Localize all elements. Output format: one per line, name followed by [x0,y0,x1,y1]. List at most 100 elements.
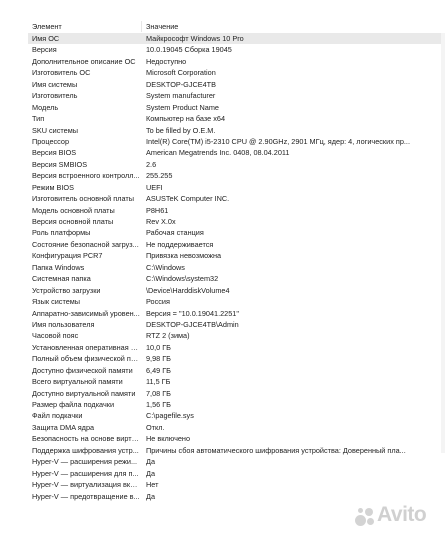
row-element-value: UEFI [146,182,163,192]
row-element-value: Причины сбоя автоматического шифрования … [146,445,406,455]
row-element-value: To be filled by O.E.M. [146,125,216,135]
row-element-value: 1,56 ГБ [146,400,171,409]
table-row[interactable]: Hyper-V — предотвращение в... Да [28,491,445,502]
table-row[interactable]: Версия SMBIOS 2.6 [28,159,445,170]
table-row[interactable]: Процессор Intel(R) Core(TM) i5-2310 CPU @… [28,136,445,147]
row-element-name: Часовой пояс [32,331,79,341]
table-row[interactable]: Режим BIOS UEFI [28,182,445,193]
row-element-name: Модель основной платы [32,205,115,215]
table-row[interactable]: Версия встроенного контролл... 255.255 [28,170,445,181]
row-element-name: Состояние безопасной загруз... [32,239,139,249]
row-element-value: Rev X.0x [146,217,176,226]
row-element-value: Да [146,468,155,478]
table-row[interactable]: Аппаратно-зависимый уровен... Версия = "1… [28,308,445,319]
row-element-value: Microsoft Corporation [146,68,216,78]
row-element-name: Дополнительное описание ОС [32,56,136,66]
row-element-name: Режим BIOS [32,182,74,192]
table-row[interactable]: Папка Windows C:\Windows [28,262,445,273]
table-row[interactable]: Доступно физической памяти 6,49 ГБ [28,365,445,376]
table-row[interactable]: Всего виртуальной памяти 11,5 ГБ [28,376,445,387]
row-element-name: Изготовитель ОС [32,68,91,78]
table-row[interactable]: Роль платформы Рабочая станция [28,227,445,238]
row-element-value: Intel(R) Core(TM) i5-2310 CPU @ 2.90GHz,… [146,136,410,146]
system-summary-list: Имя ОС Майкрософт Windows 10 Pro Версия 10.… [28,33,445,502]
table-row[interactable]: Изготовитель ОС Microsoft Corporation [28,67,445,78]
row-element-value: Да [146,491,155,501]
row-element-name: Модель [32,102,59,112]
column-divider[interactable] [141,21,142,32]
table-row[interactable]: Версия основной платы Rev X.0x [28,216,445,227]
row-element-name: Аппаратно-зависимый уровен... [32,308,140,318]
vertical-scrollbar[interactable] [441,33,445,453]
row-element-value: ASUSTeK Computer INC. [146,194,230,204]
row-element-value: 6,49 ГБ [146,365,171,375]
row-element-name: Доступно виртуальной памяти [32,388,136,398]
table-row[interactable]: Состояние безопасной загруз... Не поддерж… [28,239,445,250]
table-row[interactable]: Имя ОС Майкрософт Windows 10 Pro [28,33,445,45]
avito-logo-icon [353,506,375,528]
row-element-value: 7,08 ГБ [146,388,171,398]
table-row[interactable]: Изготовитель System manufacturer [28,90,445,101]
table-row[interactable]: Доступно виртуальной памяти 7,08 ГБ [28,388,445,399]
table-row[interactable]: Размер файла подкачки 1,56 ГБ [28,399,445,410]
table-row[interactable]: Поддержка шифрования устр... Причины сбоя… [28,445,445,456]
table-row[interactable]: Файл подкачки C:\pagefile.sys [28,410,445,421]
table-row[interactable]: Версия BIOS American Megatrends Inc. 0408… [28,147,445,158]
row-element-value: DESKTOP-GJCE4TB [146,79,217,89]
row-element-name: Тип [32,114,45,124]
table-row[interactable]: Версия 10.0.19045 Сборка 19045 [28,44,445,55]
row-element-name: Всего виртуальной памяти [32,377,123,387]
row-element-name: Папка Windows [32,262,85,272]
table-row[interactable]: Тип Компьютер на базе x64 [28,113,445,124]
table-row[interactable]: Системная папка C:\Windows\system32 [28,273,445,284]
table-row[interactable]: Безопасность на основе вирту... Не включе… [28,433,445,444]
list-header: Элемент Значение [28,20,445,34]
row-element-name: Версия основной платы [32,217,114,226]
row-element-value: System manufacturer [146,91,216,101]
column-header-element[interactable]: Элемент [32,22,62,31]
row-element-name: Конфигурация PCR7 [32,251,103,261]
row-element-name: Версия SMBIOS [32,159,88,169]
table-row[interactable]: Имя пользователя DESKTOP-GJCE4TB\Admin [28,319,445,330]
row-element-value: Недоступно [146,56,187,66]
row-element-value: Компьютер на базе x64 [146,114,226,124]
table-row[interactable]: Hyper-V — расширения режи... Да [28,456,445,467]
system-info-window: Элемент Значение Имя ОС Майкрософт Window… [28,20,445,540]
row-element-name: Системная папка [32,274,91,284]
row-element-value: C:\Windows\system32 [146,274,219,284]
column-header-value[interactable]: Значение [146,22,178,31]
row-element-name: Безопасность на основе вирту... [32,434,140,444]
avito-watermark: Avito [353,503,445,529]
table-row[interactable]: Устройство загрузки \Device\HarddiskVolum… [28,285,445,296]
table-row[interactable]: Hyper-V — виртуализация вкл... Нет [28,479,445,490]
row-element-value: 2.6 [146,159,157,169]
row-element-value: 10.0.19045 Сборка 19045 [146,45,232,55]
row-element-name: Имя системы [32,79,78,89]
table-row[interactable]: Конфигурация PCR7 Привязка невозможна [28,250,445,261]
row-element-name: Версия встроенного контролл... [32,171,140,181]
table-row[interactable]: Полный объем физической па... 9,98 ГБ [28,353,445,364]
table-row[interactable]: Язык системы Россия [28,296,445,307]
row-element-value: Рабочая станция [146,228,204,238]
table-row[interactable]: Модель основной платы P8H61 [28,205,445,216]
row-element-value: C:\pagefile.sys [146,411,194,421]
table-row[interactable]: Изготовитель основной платы ASUSTeK Compu… [28,193,445,204]
row-element-value: American Megatrends Inc. 0408, 08.04.201… [146,148,290,158]
row-element-value: Россия [146,297,170,307]
row-element-name: Процессор [32,136,70,146]
row-element-value: System Product Name [146,102,219,112]
row-element-name: Защита DMA ядра [32,422,95,432]
table-row[interactable]: Модель System Product Name [28,102,445,113]
table-row[interactable]: Имя системы DESKTOP-GJCE4TB [28,79,445,90]
row-element-name: Hyper-V — предотвращение в... [32,491,140,501]
table-row[interactable]: Hyper-V — расширения для п... Да [28,468,445,479]
row-element-name: Поддержка шифрования устр... [32,445,139,455]
table-row[interactable]: SKU системы To be filled by O.E.M. [28,125,445,136]
table-row[interactable]: Часовой пояс RTZ 2 (зима) [28,330,445,341]
row-element-value: Нет [146,480,159,490]
table-row[interactable]: Установленная оперативная п... 10,0 ГБ [28,342,445,353]
row-element-value: Не поддерживается [146,239,214,249]
row-element-value: 10,0 ГБ [146,342,171,352]
table-row[interactable]: Защита DMA ядра Откл. [28,422,445,433]
table-row[interactable]: Дополнительное описание ОС Недоступно [28,56,445,67]
